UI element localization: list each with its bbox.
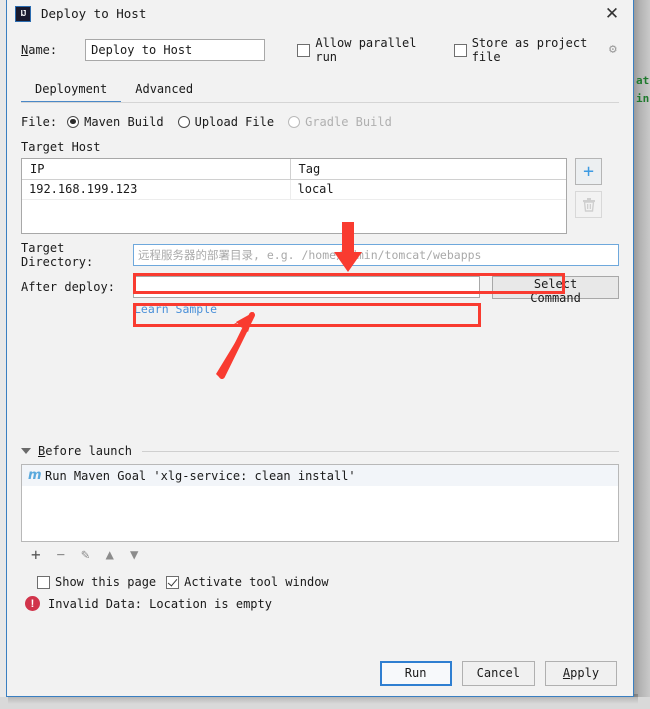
cancel-button[interactable]: Cancel (461, 660, 535, 686)
radio-upload-file[interactable]: Upload File (177, 115, 275, 129)
learn-sample-link[interactable]: Learn Sample (134, 302, 217, 316)
column-header-tag[interactable]: Tag (291, 159, 567, 180)
radio-circle (67, 116, 80, 128)
before-launch-toolbar: + − ✎ ▲ ▼ (21, 542, 619, 568)
target-host-table[interactable]: IP Tag 192.168.199.123 local (21, 158, 567, 234)
options-row: Show this page Activate tool window (21, 575, 619, 589)
radio-gradle-build: Gradle Build (288, 115, 392, 129)
target-host-area: IP Tag 192.168.199.123 local + (21, 158, 619, 234)
before-launch-header: Before launch (21, 444, 619, 458)
allow-parallel-run-label: Allow parallel run (315, 36, 417, 64)
dialog-footer: Run Cancel Apply (7, 650, 633, 696)
column-header-ip[interactable]: IP (22, 159, 291, 180)
dialog-title: Deploy to Host (41, 6, 147, 21)
name-label: Name: (21, 43, 58, 57)
deploy-to-host-dialog: IJ Deploy to Host ✕ Name: Allow parallel… (6, 0, 634, 697)
before-launch-item[interactable]: m Run Maven Goal 'xlg-service: clean ins… (22, 465, 618, 486)
cell-ip: 192.168.199.123 (22, 180, 291, 200)
dialog-titlebar: IJ Deploy to Host ✕ (7, 0, 633, 28)
tab-underline (21, 102, 619, 103)
plus-icon: + (583, 160, 594, 182)
cell-tag: local (297, 182, 334, 196)
before-launch-title: Before launch (38, 444, 132, 458)
move-down-icon: ▼ (129, 547, 139, 563)
allow-parallel-run-checkbox[interactable]: Allow parallel run (297, 36, 425, 64)
run-button[interactable]: Run (379, 660, 452, 686)
collapse-triangle-icon[interactable] (21, 448, 31, 454)
apply-button[interactable]: Apply (545, 660, 617, 686)
target-directory-input[interactable] (133, 244, 619, 266)
select-command-button[interactable]: Select Command (492, 275, 619, 305)
name-input[interactable] (85, 39, 266, 61)
ide-background-right (634, 0, 650, 709)
gear-icon[interactable]: ⚙ (607, 43, 619, 57)
table-row[interactable]: 192.168.199.123 local (22, 180, 566, 200)
file-row: File: Maven Build Upload File Gradle Bui… (21, 111, 619, 133)
background-code-fragment-2: in (636, 92, 650, 105)
move-up-icon: ▲ (105, 547, 114, 563)
activate-tool-window-checkbox[interactable]: Activate tool window (166, 575, 329, 589)
checkbox-box (453, 43, 467, 57)
delete-host-button (575, 191, 602, 218)
radio-maven-build[interactable]: Maven Build (67, 115, 164, 129)
radio-circle (177, 116, 190, 128)
dialog-body: Name: Allow parallel run Store as projec… (7, 28, 633, 650)
file-label: File: (21, 115, 58, 129)
activate-tool-window-label: Activate tool window (184, 575, 329, 589)
radio-circle (288, 116, 301, 128)
intellij-idea-icon: IJ (15, 5, 31, 22)
store-as-project-file-checkbox[interactable]: Store as project file (453, 36, 601, 64)
checkbox-box (166, 575, 180, 589)
status-row: ! Invalid Data: Location is empty (21, 596, 619, 611)
store-as-project-file-label: Store as project file (471, 36, 588, 64)
before-launch-list[interactable]: m Run Maven Goal 'xlg-service: clean ins… (21, 464, 619, 542)
table-header-row: IP Tag (22, 159, 566, 180)
tab-bar: Deployment Advanced (21, 77, 619, 103)
after-deploy-label: After deploy: (21, 280, 115, 294)
radio-maven-build-label: Maven Build (84, 115, 164, 129)
close-icon[interactable]: ✕ (597, 2, 627, 26)
add-task-icon[interactable]: + (31, 547, 41, 563)
maven-icon: m (28, 468, 42, 483)
screen-root: at in IJ Deploy to Host ✕ Name: Allow pa… (0, 0, 650, 709)
show-this-page-checkbox[interactable]: Show this page (37, 575, 156, 589)
target-directory-row: Target Directory: (21, 241, 619, 269)
target-directory-label: Target Directory: (21, 241, 94, 269)
before-launch-rule (141, 450, 619, 452)
remove-task-icon: − (56, 547, 66, 563)
show-this-page-label: Show this page (55, 575, 157, 589)
checkbox-box (37, 575, 50, 589)
radio-upload-file-label: Upload File (194, 115, 275, 129)
status-message: Invalid Data: Location is empty (48, 596, 272, 611)
tab-advanced[interactable]: Advanced (121, 77, 207, 103)
checkbox-box (297, 43, 311, 57)
after-deploy-input[interactable] (133, 276, 481, 298)
table-buttons: + (575, 158, 602, 234)
radio-gradle-build-label: Gradle Build (305, 115, 392, 129)
error-icon: ! (25, 596, 40, 611)
before-launch-item-label: Run Maven Goal 'xlg-service: clean insta… (45, 468, 356, 483)
tab-deployment[interactable]: Deployment (21, 77, 122, 103)
background-code-fragment-1: at (636, 74, 650, 87)
edit-task-icon: ✎ (81, 547, 90, 563)
after-deploy-row: After deploy: Select Command (21, 275, 619, 305)
add-host-button[interactable]: + (575, 158, 602, 185)
target-host-label: Target Host (21, 140, 101, 154)
name-row: Name: Allow parallel run Store as projec… (21, 33, 619, 67)
trash-icon (582, 198, 595, 212)
